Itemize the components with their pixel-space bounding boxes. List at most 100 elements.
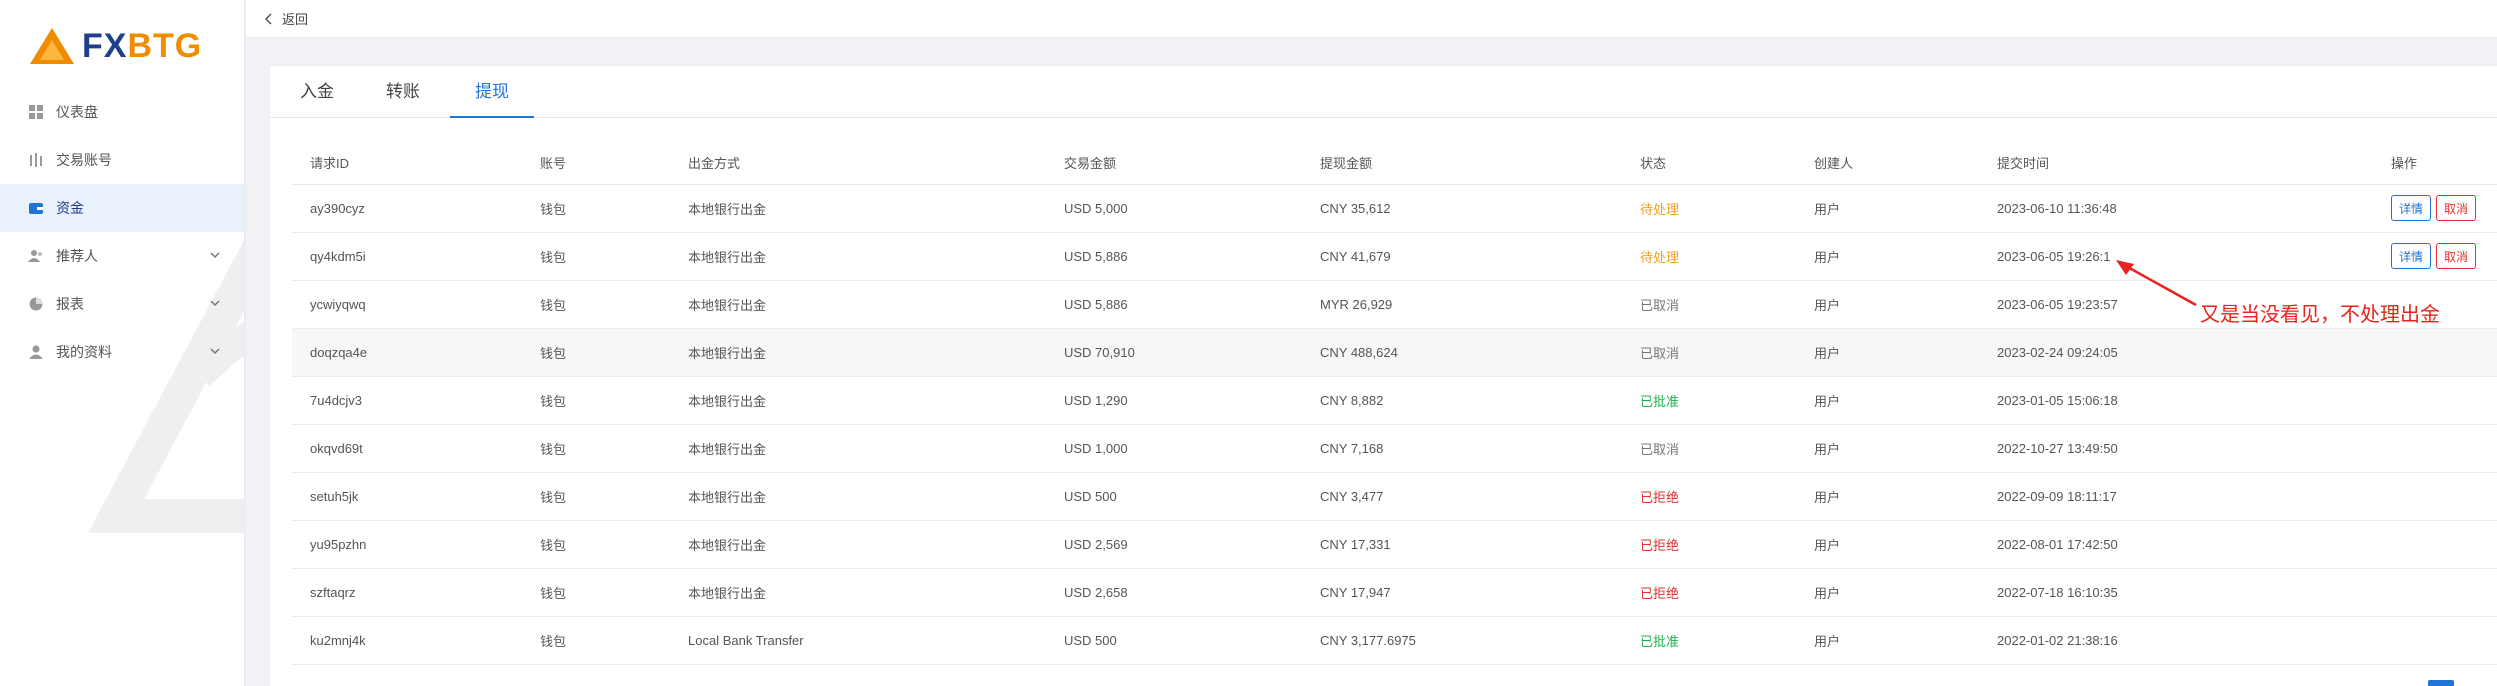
- sidebar-item-funds[interactable]: 资金: [0, 184, 244, 232]
- cell-trade-amount: USD 2,658: [1046, 568, 1302, 617]
- col-header-submit-time: 提交时间: [1979, 142, 2373, 185]
- cell-withdraw-amount: CNY 488,624: [1302, 328, 1622, 377]
- cell-method: 本地银行出金: [670, 472, 1046, 521]
- cell-method: 本地银行出金: [670, 376, 1046, 425]
- chevron-left-icon: [264, 12, 272, 25]
- chevron-down-icon: [210, 252, 220, 259]
- table-row: setuh5jk 钱包 本地银行出金 USD 500 CNY 3,477 已拒绝…: [292, 472, 2497, 521]
- status-badge: 已拒绝: [1622, 472, 1796, 521]
- tab-deposit[interactable]: 入金: [298, 66, 336, 118]
- cell-trade-amount: USD 2,569: [1046, 520, 1302, 569]
- cell-request-id: doqzqa4e: [292, 328, 522, 377]
- status-badge: 已拒绝: [1622, 568, 1796, 617]
- report-icon: [28, 296, 44, 312]
- cell-creator: 用户: [1796, 520, 1979, 569]
- sidebar-menu: 仪表盘 交易账号 资金 推荐人 报表 我的资料: [0, 88, 244, 376]
- cell-account: 钱包: [522, 424, 670, 473]
- cell-actions: [2373, 328, 2497, 377]
- cell-account: 钱包: [522, 376, 670, 425]
- logo-mark-icon: [30, 28, 74, 64]
- brand-logo: FXBTG: [28, 22, 202, 70]
- sidebar-item-label: 推荐人: [56, 248, 98, 264]
- cell-request-id: ycwiyqwq: [292, 280, 522, 329]
- tab-withdraw[interactable]: 提现: [450, 66, 534, 118]
- status-badge: 已取消: [1622, 328, 1796, 377]
- sidebar-item-label: 报表: [56, 296, 84, 312]
- cell-actions: [2373, 424, 2497, 473]
- cell-submit-time: 2022-10-27 13:49:50: [1979, 424, 2373, 473]
- cell-request-id: okqvd69t: [292, 424, 522, 473]
- cell-creator: 用户: [1796, 376, 1979, 425]
- col-header-request-id: 请求ID: [292, 142, 522, 185]
- sidebar-item-referrer[interactable]: 推荐人: [0, 232, 244, 280]
- cell-account: 钱包: [522, 184, 670, 233]
- chevron-down-icon: [210, 300, 220, 307]
- cell-withdraw-amount: CNY 35,612: [1302, 184, 1622, 233]
- status-badge: 已取消: [1622, 280, 1796, 329]
- cell-actions: 详情 取消: [2373, 232, 2497, 281]
- col-header-withdraw-amount: 提现金额: [1302, 142, 1622, 185]
- trading-account-icon: [28, 152, 44, 168]
- cell-withdraw-amount: CNY 17,331: [1302, 520, 1622, 569]
- cell-withdraw-amount: MYR 26,929: [1302, 280, 1622, 329]
- cell-creator: 用户: [1796, 616, 1979, 665]
- cell-submit-time: 2022-09-09 18:11:17: [1979, 472, 2373, 521]
- cell-submit-time: 2023-06-10 11:36:48: [1979, 184, 2373, 233]
- chevron-down-icon: [210, 348, 220, 355]
- status-badge: 已取消: [1622, 424, 1796, 473]
- cell-actions: [2373, 520, 2497, 569]
- top-bar: 返回: [246, 0, 2497, 38]
- sidebar-item-profile[interactable]: 我的资料: [0, 328, 244, 376]
- funds-tabs: 入金 转账 提现: [270, 66, 2497, 118]
- cell-withdraw-amount: CNY 3,477: [1302, 472, 1622, 521]
- col-header-status: 状态: [1622, 142, 1796, 185]
- app-root: FXBTG 仪表盘 交易账号 资金 推荐人 报表 我的资料 返回 入金 转账 提…: [0, 0, 2497, 686]
- status-badge: 待处理: [1622, 184, 1796, 233]
- cell-method: Local Bank Transfer: [670, 616, 1046, 665]
- referrer-icon: [28, 248, 44, 264]
- cell-trade-amount: USD 5,000: [1046, 184, 1302, 233]
- cell-creator: 用户: [1796, 424, 1979, 473]
- sidebar-item-trading-account[interactable]: 交易账号: [0, 136, 244, 184]
- cell-trade-amount: USD 5,886: [1046, 280, 1302, 329]
- cell-creator: 用户: [1796, 232, 1979, 281]
- cancel-button[interactable]: 取消: [2436, 243, 2477, 269]
- scroll-indicator[interactable]: [2428, 680, 2454, 686]
- withdrawal-table: 请求ID 账号 出金方式 交易金额 提现金额 状态 创建人 提交时间 操作 ay…: [292, 142, 2497, 665]
- cell-method: 本地银行出金: [670, 568, 1046, 617]
- cell-creator: 用户: [1796, 568, 1979, 617]
- table-row: okqvd69t 钱包 本地银行出金 USD 1,000 CNY 7,168 已…: [292, 424, 2497, 473]
- detail-button[interactable]: 详情: [2391, 195, 2432, 221]
- sidebar-item-label: 我的资料: [56, 344, 112, 360]
- cell-account: 钱包: [522, 232, 670, 281]
- cell-creator: 用户: [1796, 328, 1979, 377]
- sidebar-item-report[interactable]: 报表: [0, 280, 244, 328]
- col-header-method: 出金方式: [670, 142, 1046, 185]
- wallet-icon: [28, 200, 44, 216]
- detail-button[interactable]: 详情: [2391, 243, 2432, 269]
- cell-withdraw-amount: CNY 7,168: [1302, 424, 1622, 473]
- cell-actions: [2373, 472, 2497, 521]
- cell-method: 本地银行出金: [670, 280, 1046, 329]
- tab-transfer[interactable]: 转账: [384, 66, 422, 118]
- sidebar-item-dashboard[interactable]: 仪表盘: [0, 88, 244, 136]
- back-button[interactable]: 返回: [264, 9, 308, 28]
- cell-trade-amount: USD 70,910: [1046, 328, 1302, 377]
- cell-method: 本地银行出金: [670, 520, 1046, 569]
- annotation-arrow-icon: [2116, 260, 2197, 307]
- logo-btg-text: BTG: [127, 26, 203, 65]
- cell-method: 本地银行出金: [670, 328, 1046, 377]
- status-badge: 待处理: [1622, 232, 1796, 281]
- cancel-button[interactable]: 取消: [2436, 195, 2477, 221]
- cell-submit-time: 2022-07-18 16:10:35: [1979, 568, 2373, 617]
- cell-request-id: qy4kdm5i: [292, 232, 522, 281]
- logo-fx-text: FX: [82, 26, 128, 65]
- table-row: ay390cyz 钱包 本地银行出金 USD 5,000 CNY 35,612 …: [292, 184, 2497, 233]
- cell-submit-time: 2023-01-05 15:06:18: [1979, 376, 2373, 425]
- cell-actions: [2373, 568, 2497, 617]
- cell-creator: 用户: [1796, 184, 1979, 233]
- cell-withdraw-amount: CNY 41,679: [1302, 232, 1622, 281]
- cell-actions: [2373, 376, 2497, 425]
- table-header-row: 请求ID 账号 出金方式 交易金额 提现金额 状态 创建人 提交时间 操作: [292, 142, 2497, 185]
- dashboard-icon: [28, 104, 44, 120]
